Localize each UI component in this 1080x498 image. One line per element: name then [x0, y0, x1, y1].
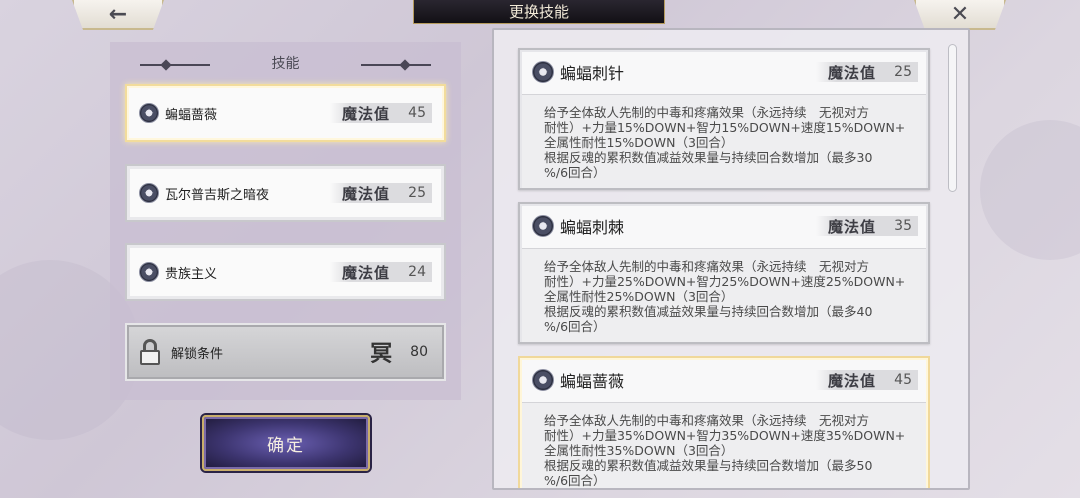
- skill-gear-icon: ✦: [139, 262, 159, 282]
- mp-value: 25: [408, 185, 426, 201]
- skill-card-2[interactable]: ✦ 蝙蝠刺棘 魔法值 35 给予全体敌人先制的中毒和疼痛效果（永远持续 无视对方…: [518, 202, 930, 344]
- skill-gear-icon: ✦: [532, 215, 554, 237]
- skills-header: 技能: [271, 56, 300, 72]
- mp-tag: 魔法值 25: [329, 183, 432, 203]
- skill-list-panel[interactable]: ✦ 蝙蝠刺针 魔法值 25 给予全体敌人先制的中毒和疼痛效果（永远持续 无视对方…: [492, 28, 970, 490]
- mp-label: 魔法值: [827, 63, 876, 82]
- skill-slot-2[interactable]: ✦ 瓦尔普吉斯之暗夜 魔法值 25: [125, 164, 446, 222]
- mp-value: 45: [894, 372, 912, 388]
- card-header: ✦ 蝙蝠刺棘 魔法值 35: [520, 204, 928, 248]
- mp-value: 24: [408, 264, 426, 280]
- card-title: 蝙蝠刺棘: [560, 218, 625, 237]
- skill-gear-icon: ✦: [139, 103, 159, 123]
- mp-value: 25: [894, 64, 912, 80]
- back-button[interactable]: ←: [72, 0, 164, 30]
- unlock-symbol: 冥: [370, 342, 393, 367]
- unlock-value: 80: [410, 344, 428, 360]
- skill-gear-icon: ✦: [532, 61, 554, 83]
- page-title: 更换技能: [413, 0, 665, 24]
- scrollbar[interactable]: [948, 44, 957, 192]
- equipped-skills-panel: 技能 ✦ 蝙蝠蔷薇 魔法值 45 ✦ 瓦尔普吉斯之暗夜 魔法值 25 ✦ 贵族主…: [110, 42, 461, 400]
- skill-name: 贵族主义: [165, 266, 218, 282]
- skill-gear-icon: ✦: [139, 183, 159, 203]
- card-description: 给予全体敌人先制的中毒和疼痛效果（永远持续 无视对方 耐性）+力量15%DOWN…: [522, 94, 926, 188]
- mp-value: 45: [408, 105, 426, 121]
- mp-label: 魔法值: [341, 263, 390, 282]
- card-title: 蝙蝠刺针: [560, 64, 625, 83]
- skill-slot-3[interactable]: ✦ 贵族主义 魔法值 24: [125, 243, 446, 301]
- mp-tag: 魔法值 35: [815, 216, 918, 236]
- skill-slot-locked[interactable]: 解锁条件 冥 80: [125, 323, 446, 381]
- confirm-button[interactable]: 确定: [202, 415, 370, 471]
- card-title: 蝙蝠蔷薇: [560, 372, 625, 391]
- card-description: 给予全体敌人先制的中毒和疼痛效果（永远持续 无视对方 耐性）+力量25%DOWN…: [522, 248, 926, 342]
- mp-value: 35: [894, 218, 912, 234]
- skill-card-1[interactable]: ✦ 蝙蝠刺针 魔法值 25 给予全体敌人先制的中毒和疼痛效果（永远持续 无视对方…: [518, 48, 930, 190]
- skill-name: 蝙蝠蔷薇: [165, 107, 218, 123]
- card-header: ✦ 蝙蝠刺针 魔法值 25: [520, 50, 928, 94]
- mp-tag: 魔法值 45: [329, 103, 432, 123]
- skill-name: 瓦尔普吉斯之暗夜: [165, 187, 270, 203]
- mp-tag: 魔法值 24: [329, 262, 432, 282]
- card-header: ✦ 蝙蝠蔷薇 魔法值 45: [520, 358, 928, 402]
- mp-label: 魔法值: [341, 104, 390, 123]
- mp-label: 魔法值: [827, 217, 876, 236]
- mp-label: 魔法值: [341, 184, 390, 203]
- skill-card-3[interactable]: ✦ 蝙蝠蔷薇 魔法值 45 给予全体敌人先制的中毒和疼痛效果（永远持续 无视对方…: [518, 356, 930, 488]
- background-flower: [980, 120, 1080, 260]
- card-description: 给予全体敌人先制的中毒和疼痛效果（永远持续 无视对方 耐性）+力量35%DOWN…: [522, 402, 926, 488]
- close-icon: ✕: [950, 1, 970, 27]
- close-button[interactable]: ✕: [914, 0, 1006, 30]
- skill-gear-icon: ✦: [532, 369, 554, 391]
- back-arrow-icon: ←: [108, 1, 128, 27]
- unlock-condition-label: 解锁条件: [171, 346, 224, 362]
- mp-tag: 魔法值 45: [815, 370, 918, 390]
- mp-tag: 魔法值 25: [815, 62, 918, 82]
- lock-icon: [139, 339, 161, 365]
- skill-slot-1[interactable]: ✦ 蝙蝠蔷薇 魔法值 45: [125, 84, 446, 142]
- mp-label: 魔法值: [827, 371, 876, 390]
